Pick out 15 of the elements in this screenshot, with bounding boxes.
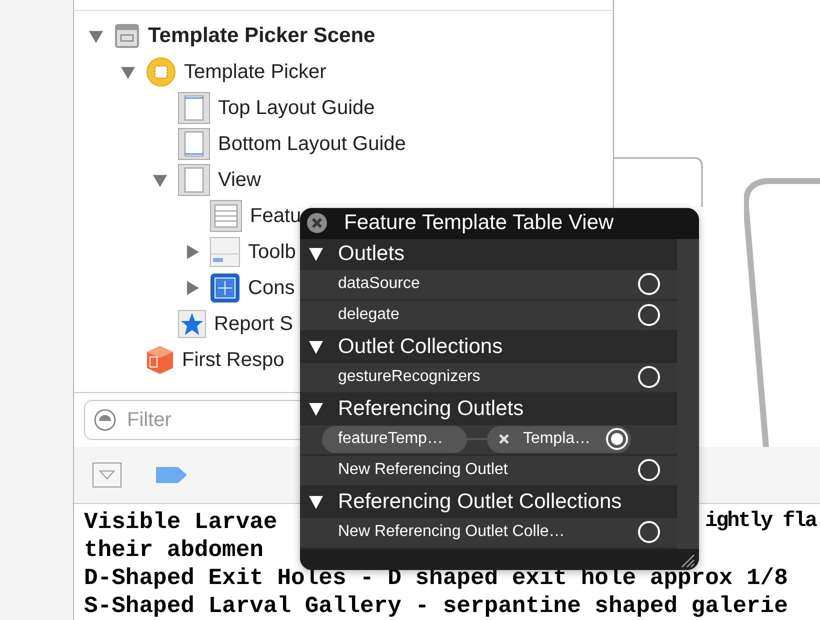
target-label: Templa… [522, 430, 591, 448]
section-header: Referencing Outlet Collections [338, 490, 622, 514]
section-header: Referencing Outlets [338, 397, 524, 422]
console-text: Visible Larvae [84, 508, 278, 536]
console-text: ightly fla [704, 509, 818, 535]
section-header: Outlets [338, 242, 405, 266]
outlet-label: delegate [338, 306, 400, 324]
console-text: S-Shaped Larval Gallery - serpantine shaped galerie [84, 592, 788, 620]
section-header: Outlet Collections [338, 335, 503, 360]
outlet-label: New Referencing Outlet [338, 461, 508, 480]
outlet-label: gestureRecognizers [338, 368, 480, 386]
console-text: their abdomen [84, 536, 264, 564]
outlet-label: New Referencing Outlet Colle… [338, 523, 565, 542]
outlet-label: dataSource [338, 275, 420, 294]
popup-title: Feature Template Table View [344, 211, 614, 236]
